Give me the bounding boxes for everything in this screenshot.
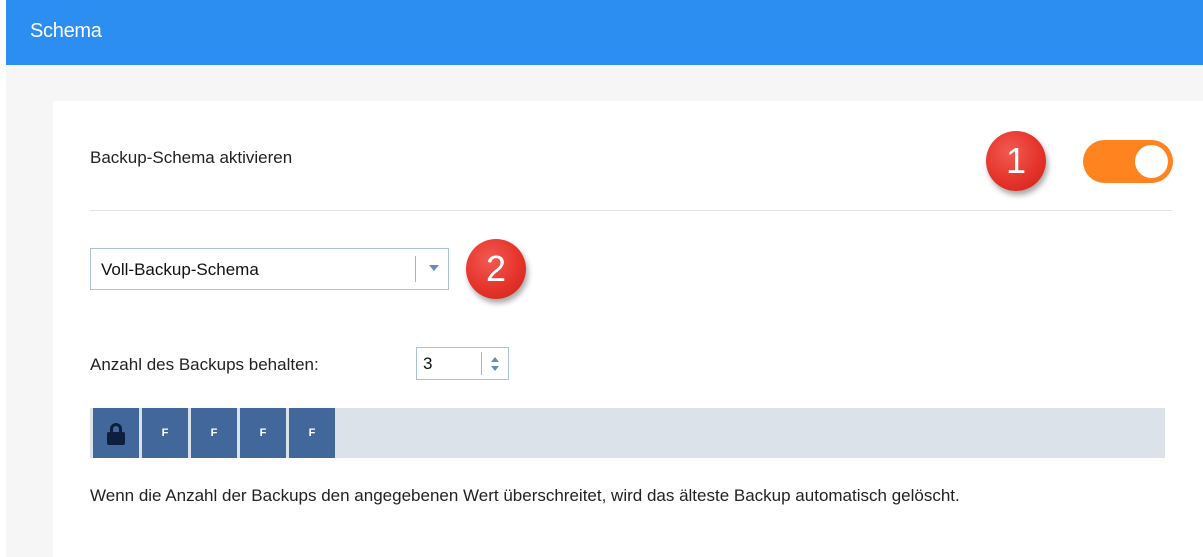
scheme-type-value: Voll-Backup-Schema — [101, 260, 259, 279]
annotation-badge-1: 1 — [986, 131, 1046, 191]
full-backup-slot: F — [142, 408, 188, 458]
dropdown-separator — [415, 256, 416, 282]
chevron-down-icon[interactable] — [429, 265, 439, 271]
scheme-type-dropdown[interactable]: Voll-Backup-Schema — [90, 248, 449, 290]
window-edge — [0, 0, 6, 557]
full-backup-slot: F — [240, 408, 286, 458]
scheme-info-text: Wenn die Anzahl der Backups den angegebe… — [90, 486, 960, 505]
divider — [90, 210, 1172, 211]
toggle-knob — [1135, 145, 1168, 178]
backup-slots-bar: F F F F — [90, 408, 1165, 458]
header-bar: Schema — [6, 0, 1203, 65]
keep-count-stepper[interactable]: 3 — [416, 347, 509, 380]
activate-scheme-toggle[interactable] — [1083, 140, 1173, 183]
annotation-badge-2: 2 — [466, 239, 526, 299]
scheme-panel: Backup-Schema aktivieren 1 Voll-Backup-S… — [53, 101, 1203, 557]
window-title: Schema — [30, 20, 102, 42]
stepper-up-icon[interactable] — [491, 357, 499, 362]
locked-backup-slot — [93, 408, 139, 458]
activate-scheme-label: Backup-Schema aktivieren — [90, 148, 293, 167]
full-backup-slot: F — [289, 408, 335, 458]
keep-count-label: Anzahl des Backups behalten: — [90, 355, 319, 374]
lock-icon — [107, 423, 125, 445]
stepper-separator — [481, 352, 482, 375]
keep-count-value[interactable]: 3 — [423, 354, 432, 374]
full-backup-slot: F — [191, 408, 237, 458]
stepper-down-icon[interactable] — [491, 366, 499, 371]
